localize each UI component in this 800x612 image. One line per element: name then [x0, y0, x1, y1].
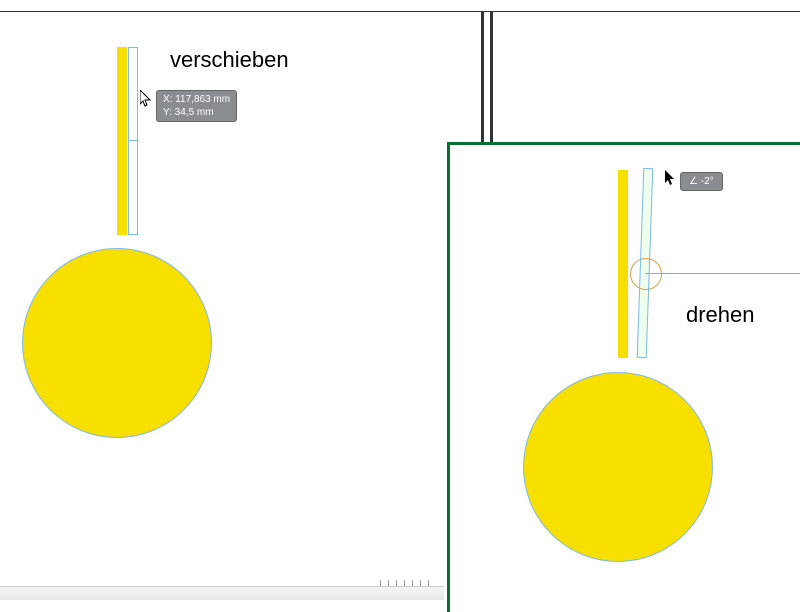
label-drehen: drehen [686, 302, 755, 328]
yellow-rectangle-object[interactable] [117, 47, 127, 235]
label-verschieben: verschieben [170, 47, 289, 73]
tooltip-x-value: X: 117,863 mm [163, 93, 230, 106]
ruler-top [0, 0, 800, 12]
guide-line-vertical[interactable] [481, 12, 484, 142]
yellow-circle-object[interactable] [22, 248, 212, 438]
yellow-circle-object[interactable] [523, 372, 713, 562]
selection-outline[interactable] [128, 47, 138, 235]
arrow-cursor-icon [665, 170, 677, 186]
tick-marks [380, 580, 450, 588]
move-cursor-icon [140, 90, 154, 108]
tooltip-y-value: Y: 34,5 mm [163, 106, 230, 119]
yellow-rectangle-object[interactable] [618, 170, 628, 358]
rotation-reference-line [645, 273, 800, 274]
selection-divider [128, 140, 138, 141]
guide-line-vertical[interactable] [490, 12, 493, 142]
tooltip-angle-value: ∠ -2° [689, 176, 714, 187]
coordinate-tooltip: X: 117,863 mm Y: 34,5 mm [156, 90, 237, 122]
angle-tooltip: ∠ -2° [680, 172, 723, 191]
status-bar [0, 586, 444, 600]
rotation-center-indicator[interactable] [630, 258, 662, 290]
canvas-area[interactable]: verschieben X: 117,863 mm Y: 34,5 mm ∠ -… [0, 12, 800, 600]
